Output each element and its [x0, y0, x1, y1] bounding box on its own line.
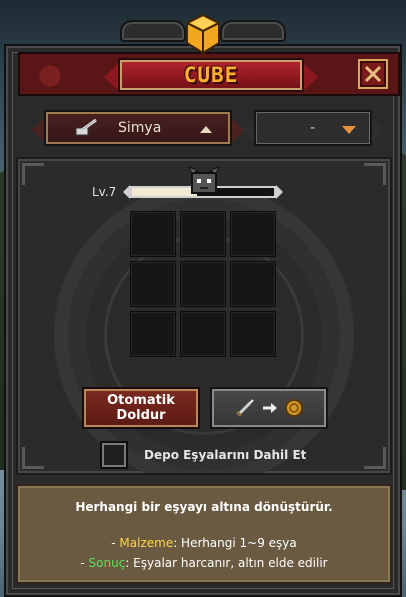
- crafting-grid: [130, 211, 280, 361]
- window-title: CUBE: [183, 63, 239, 87]
- corner-ornament: [22, 447, 44, 469]
- corner-ornament: [22, 163, 44, 185]
- craft-slot[interactable]: [230, 311, 276, 357]
- close-button[interactable]: [358, 59, 388, 89]
- corner-ornament: [364, 447, 386, 469]
- ornament-wing-left: [120, 20, 186, 42]
- info-bullet: -: [80, 556, 89, 570]
- cube-mascot-icon: [187, 165, 221, 194]
- sub-dropdown-label: -: [310, 120, 316, 136]
- category-label: Simya: [118, 120, 162, 136]
- info-result-value: : Eşyalar harcanır, altın elde edilir: [125, 556, 328, 570]
- auto-fill-button[interactable]: Otomatik Doldur: [82, 387, 200, 429]
- craft-slot[interactable]: [230, 211, 276, 257]
- triangle-up-icon: [200, 126, 212, 133]
- info-material-line: - Malzeme: Herhangi 1~9 eşya: [18, 536, 390, 550]
- info-material-value: : Herhangi 1~9 eşya: [173, 536, 297, 550]
- craft-slot[interactable]: [230, 261, 276, 307]
- alchemy-pestle-icon: [75, 118, 97, 136]
- info-material-key: Malzeme: [119, 536, 174, 550]
- cube-window: CUBE Simya - Lv.7 Otomatik Doldur Depo E…: [4, 44, 402, 597]
- title-bar: CUBE: [18, 52, 400, 96]
- info-result-key: Sonuç: [88, 556, 126, 570]
- auto-fill-label-line2: Doldur: [116, 408, 166, 423]
- category-dropdown[interactable]: Simya: [32, 110, 244, 146]
- title-plate: CUBE: [104, 58, 318, 92]
- craft-slot[interactable]: [180, 311, 226, 357]
- craft-slot[interactable]: [130, 261, 176, 307]
- craft-slot[interactable]: [180, 261, 226, 307]
- close-x-icon: [364, 65, 382, 83]
- sword-icon: [235, 399, 254, 418]
- gold-coin-icon: [285, 399, 303, 417]
- include-storage-checkbox[interactable]: [100, 441, 128, 469]
- arrow-right-icon: [263, 403, 277, 413]
- include-storage-label: Depo Eşyalarını Dahil Et: [144, 448, 307, 462]
- craft-panel: Lv.7 Otomatik Doldur Depo Eşyalarını Dah…: [16, 157, 392, 475]
- auto-fill-label-line1: Otomatik: [107, 393, 175, 408]
- cube-logo-icon: [186, 13, 220, 55]
- ornament-wing-right: [220, 20, 286, 42]
- corner-ornament: [364, 163, 386, 185]
- dropdown-tip-left: [242, 118, 254, 142]
- sub-dropdown[interactable]: -: [242, 110, 384, 146]
- info-box: Herhangi bir eşyayı altına dönüştürür. -…: [16, 484, 392, 584]
- info-description: Herhangi bir eşyayı altına dönüştürür.: [75, 500, 333, 514]
- craft-slot[interactable]: [180, 211, 226, 257]
- craft-slot[interactable]: [130, 211, 176, 257]
- convert-to-gold-button[interactable]: [210, 387, 328, 429]
- selector-row: Simya -: [18, 106, 400, 150]
- dropdown-tip-left: [32, 118, 44, 142]
- info-result-line: - Sonuç: Eşyalar harcanır, altın elde ed…: [18, 556, 390, 570]
- dropdown-tip-right: [372, 118, 384, 142]
- level-label: Lv.7: [92, 185, 117, 199]
- triangle-down-icon: [342, 126, 356, 134]
- craft-slot[interactable]: [130, 311, 176, 357]
- include-storage-row: Depo Eşyalarını Dahil Et: [100, 441, 306, 469]
